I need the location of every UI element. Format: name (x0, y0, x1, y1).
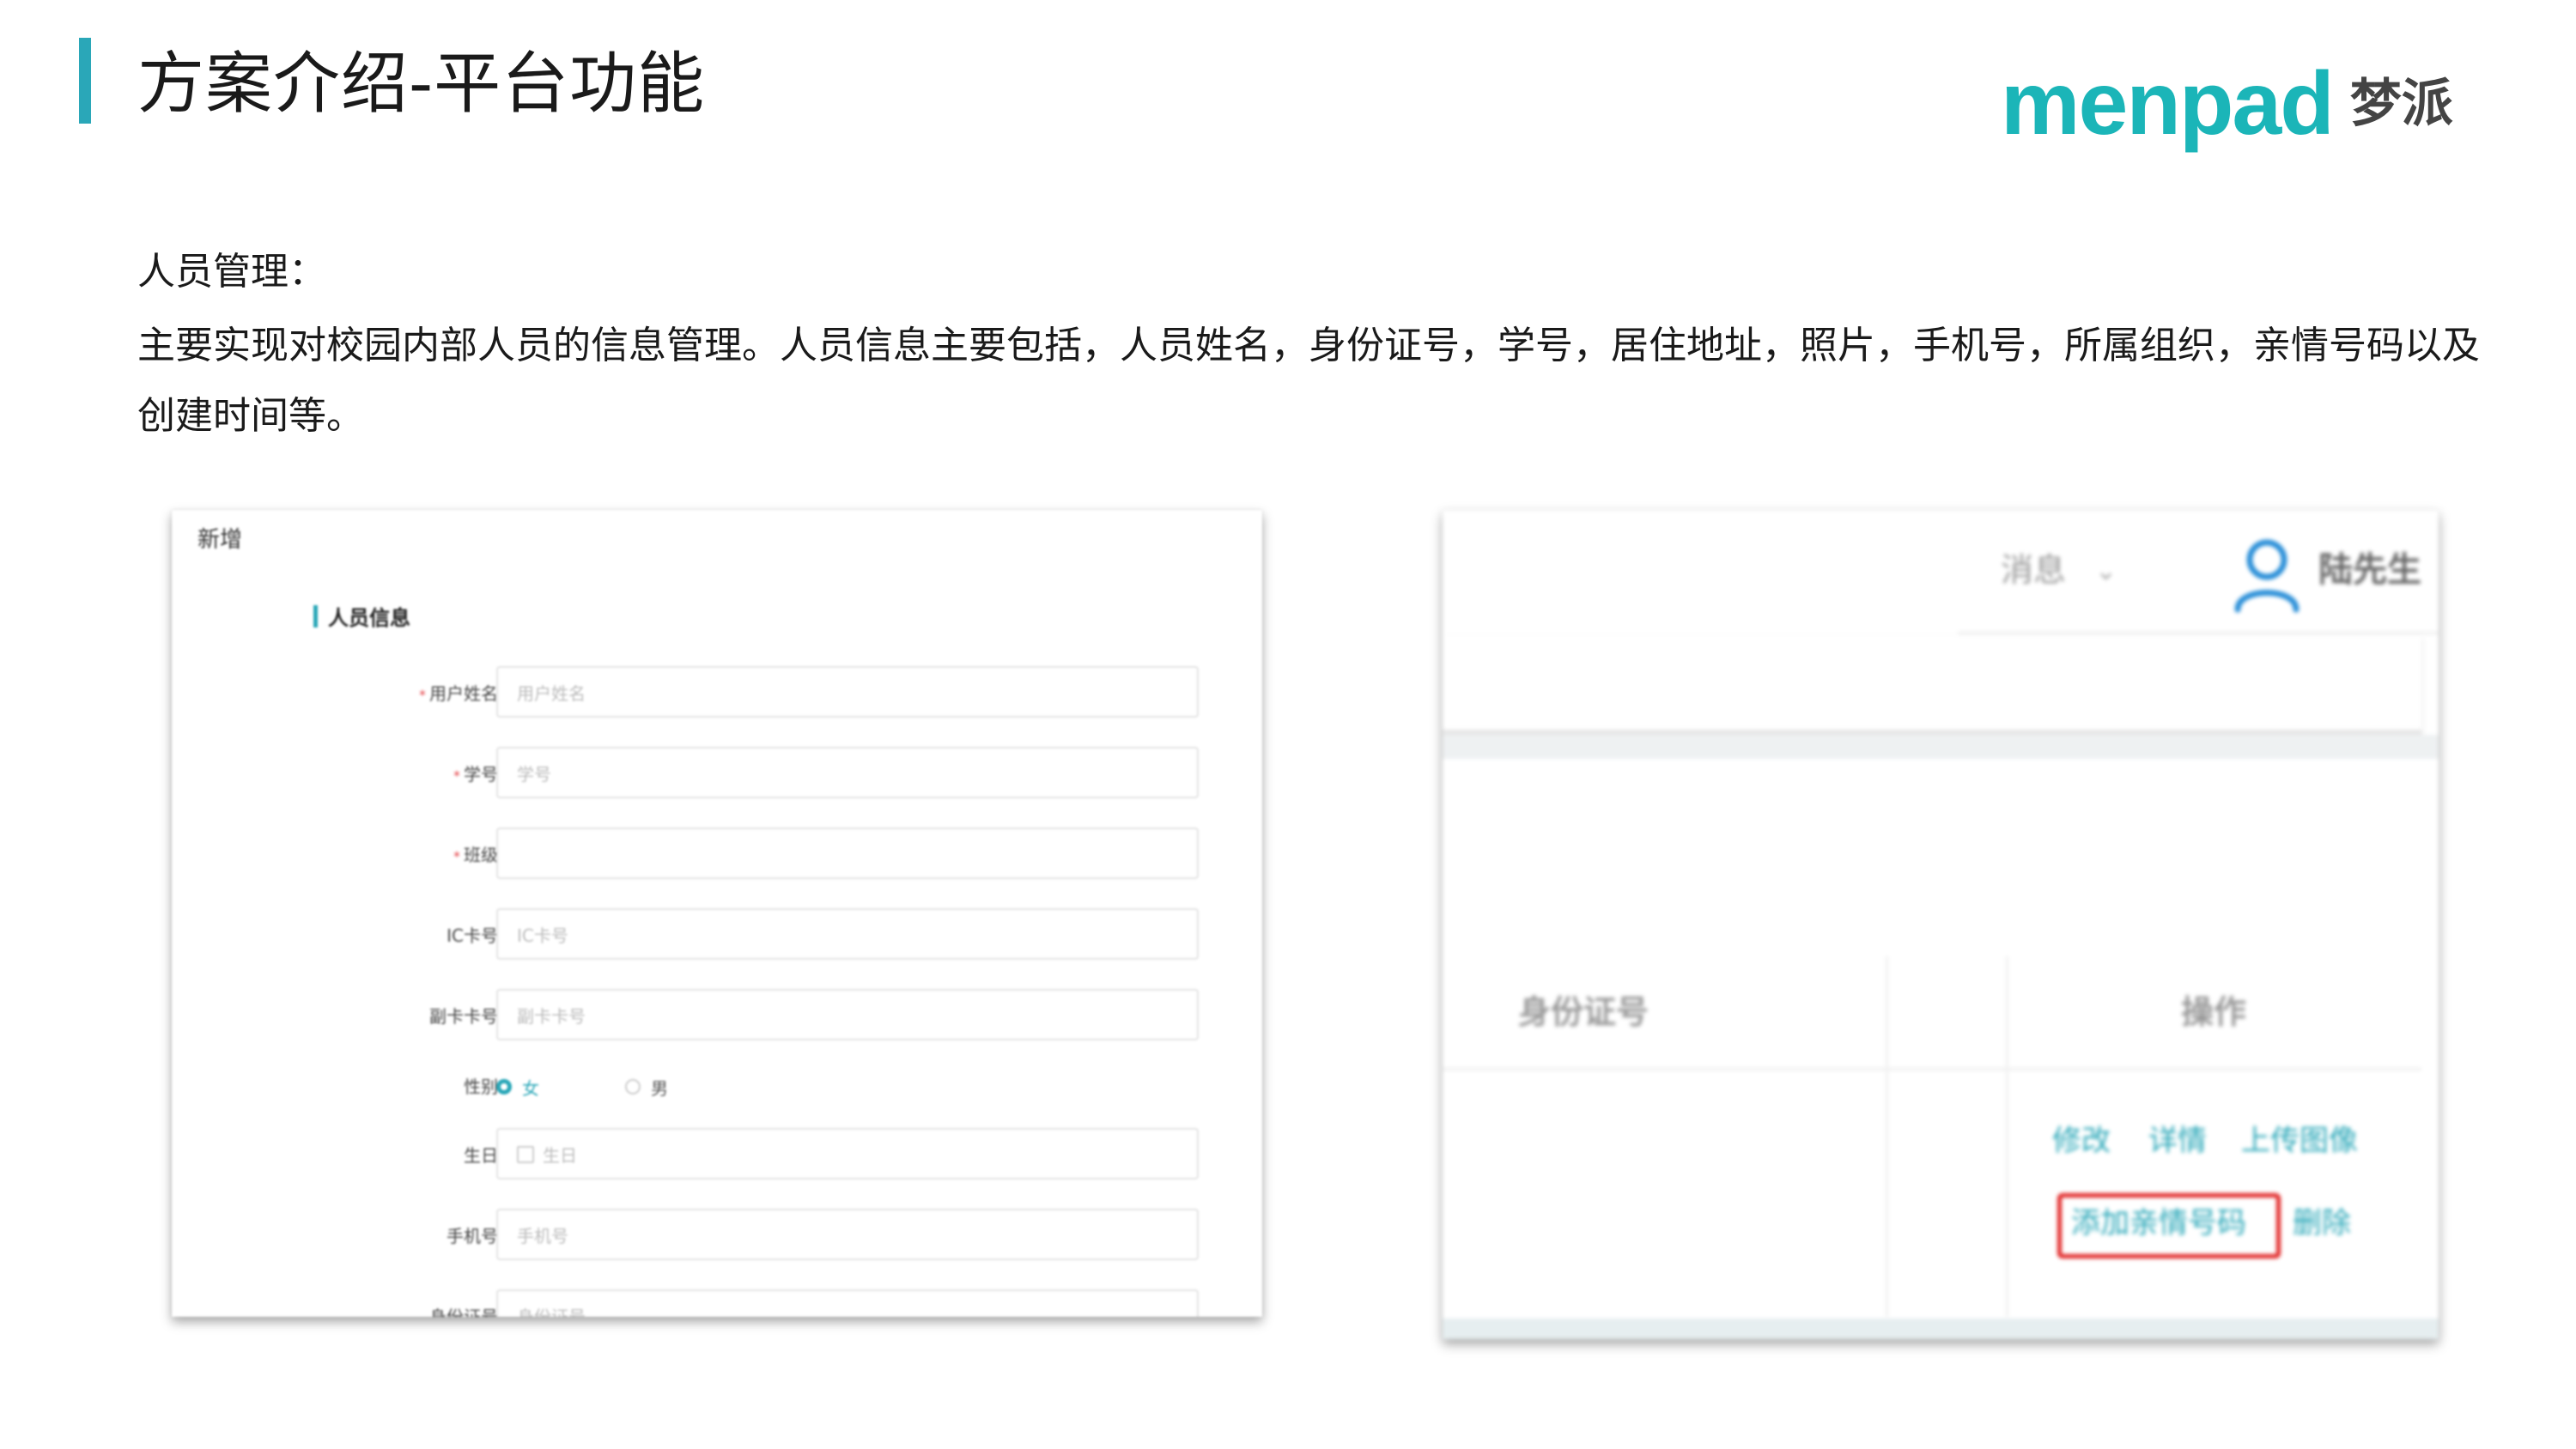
field-label: IC卡号 (447, 925, 498, 946)
table-header: 身份证号 操作 (1443, 956, 2421, 1070)
chevron-down-icon[interactable]: ⌄ (2095, 546, 2117, 597)
add-person-form-screenshot: 新增 人员信息 * 用户姓名 用户姓名 * 学号 学号 * 班级 IC卡号 IC卡号 … (172, 510, 1262, 1317)
form-row-username: * 用户姓名 用户姓名 (172, 666, 1262, 721)
form-section-header: 人员信息 (313, 601, 410, 631)
form-row-ic-card: IC卡号 IC卡号 (172, 908, 1262, 963)
delete-link[interactable]: 删除 (2293, 1202, 2351, 1245)
messages-menu[interactable]: 消息 (2001, 544, 2066, 596)
field-label: * 用户姓名 (419, 683, 498, 704)
upload-image-link[interactable]: 上传图像 (2241, 1119, 2358, 1162)
student-id-input[interactable]: 学号 (496, 747, 1199, 798)
field-label: 副卡卡号 (429, 1006, 498, 1027)
section-label: 人员管理： (137, 250, 326, 294)
details-link[interactable]: 详情 (2148, 1119, 2207, 1162)
person-table-screenshot: 消息 ⌄ 陆先生 身份证号 操作 修改 详情 上传图像 添加亲情号码 删除 (1443, 510, 2439, 1339)
section-accent-bar (313, 604, 318, 627)
birthday-picker[interactable]: 生日 (496, 1128, 1199, 1179)
column-header-id-number: 身份证号 (1518, 993, 1649, 1031)
logo-chinese-name: 梦派 (2349, 74, 2453, 134)
form-row-secondary-card: 副卡卡号 副卡卡号 (172, 989, 1262, 1044)
gender-radio-group: 女 男 (496, 1059, 668, 1114)
gender-male-label[interactable]: 男 (651, 1075, 668, 1100)
gender-female-label[interactable]: 女 (522, 1075, 539, 1100)
calendar-icon (517, 1146, 534, 1163)
field-label: * 班级 (453, 845, 498, 865)
class-select[interactable] (496, 828, 1199, 879)
slide-title: 方案介绍-平台功能 (137, 45, 706, 123)
phone-input[interactable]: 手机号 (496, 1209, 1199, 1260)
title-accent-bar (79, 38, 91, 124)
table-footer-band (1443, 1319, 2439, 1339)
user-icon[interactable] (2233, 536, 2301, 613)
form-row-gender: 性别 女 男 (172, 1059, 1262, 1114)
username-input[interactable]: 用户姓名 (496, 666, 1199, 718)
form-row-id-number: 身份证号 身份证号 (172, 1289, 1262, 1317)
form-row-student-id: * 学号 学号 (172, 747, 1262, 802)
field-label: 手机号 (447, 1226, 498, 1246)
column-divider (2006, 956, 2008, 1317)
section-description: 主要实现对校园内部人员的信息管理。人员信息主要包括，人员姓名，身份证号，学号，居… (137, 324, 2480, 438)
gender-female-radio[interactable] (496, 1079, 512, 1094)
field-label: 性别 (464, 1076, 498, 1097)
logo-wordmark: menpad (2001, 54, 2335, 154)
brand-logo: menpad 梦派 (2001, 57, 2453, 151)
header-divider (1958, 632, 2439, 634)
required-marker: * (453, 848, 460, 864)
ic-card-input[interactable]: IC卡号 (496, 908, 1199, 960)
gender-male-radio[interactable] (625, 1079, 641, 1094)
form-row-birthday: 生日 生日 (172, 1128, 1262, 1183)
field-label: * 学号 (453, 764, 498, 785)
secondary-card-input[interactable]: 副卡卡号 (496, 989, 1199, 1040)
field-label: 身份证号 (429, 1307, 498, 1317)
toolbar-band (1443, 635, 2421, 735)
form-row-phone: 手机号 手机号 (172, 1209, 1262, 1264)
edit-link[interactable]: 修改 (2052, 1119, 2111, 1162)
content-gap (1443, 735, 2439, 759)
required-marker: * (453, 767, 460, 784)
required-marker: * (419, 687, 426, 703)
form-title: 新增 (197, 527, 243, 553)
form-section-title: 人员信息 (328, 606, 410, 630)
id-number-input[interactable]: 身份证号 (496, 1289, 1199, 1317)
current-user-name[interactable]: 陆先生 (2318, 544, 2421, 596)
highlight-box (2057, 1193, 2281, 1258)
form-row-class: * 班级 (172, 828, 1262, 882)
column-divider (1886, 956, 1888, 1317)
field-label: 生日 (464, 1145, 498, 1166)
column-header-actions: 操作 (2181, 993, 2247, 1031)
